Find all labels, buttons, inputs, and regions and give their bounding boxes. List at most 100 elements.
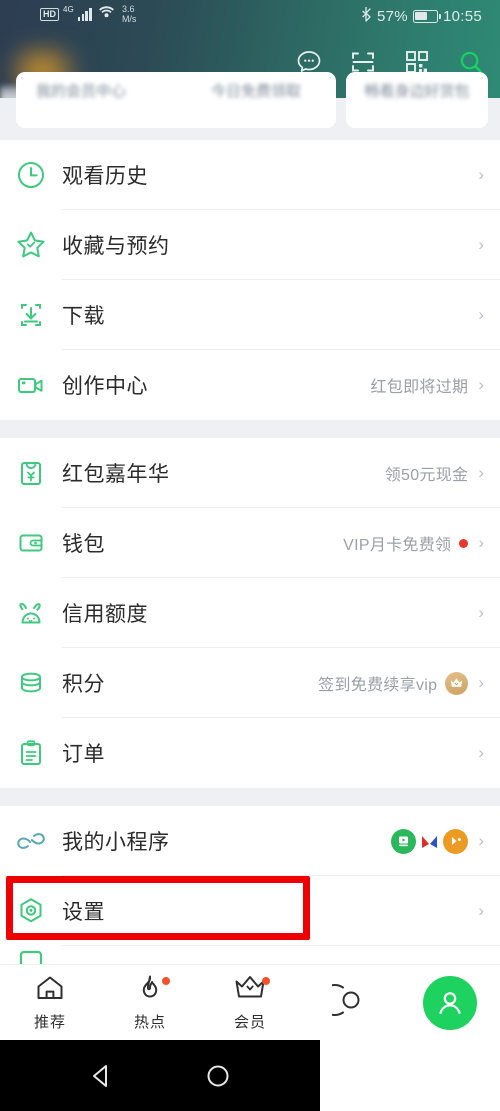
star-icon [0,228,62,262]
menu-group-3: 我的小程序 › 设置 › [0,806,500,976]
vip-crown-badge-icon [445,671,469,695]
download-icon [0,299,62,331]
android-navigation-bar [0,1040,320,1111]
menu-item-points[interactable]: 积分 签到免费续享vip › [0,648,500,718]
status-bar-right: 57% 10:55 [361,6,482,26]
phone-screen: HD 4G 3.6 M/s 57% 10:55 我的会员中心 今日免费领取 畅看… [0,0,500,1111]
promo-card-left[interactable]: 我的会员中心 今日免费领取 [16,72,336,128]
promo-card-right[interactable]: 畅看身边好货包 [346,72,488,128]
menu-item-label: 创作中心 [62,375,148,398]
menu-item-note: 签到免费续享vip [318,677,438,694]
bottom-nav-label: 会员 [233,1014,266,1031]
menu-item-note: 领50元现金 [384,467,469,484]
mini-program-icon-3 [443,828,469,854]
chevron-right-icon: › [478,463,484,482]
notification-dot [262,977,270,985]
clipboard-icon [0,737,62,769]
red-dot-badge [459,538,469,548]
person-avatar-icon[interactable] [423,975,477,1030]
promo-card-left-text: 我的会员中心 [36,83,127,100]
bottom-navigation: 推荐 热点 会员 [0,964,500,1040]
link-icon [0,827,62,855]
menu-item-right: › [476,603,500,623]
home-icon [34,973,66,1008]
bottom-nav-item-recommend[interactable]: 推荐 [0,965,100,1040]
bottom-nav-item-hot[interactable]: 热点 [100,965,200,1040]
menu-item-label: 下载 [62,305,105,328]
rabbit-icon [0,597,62,629]
wifi-icon [98,5,115,23]
chevron-right-icon: › [478,901,484,920]
chevron-right-icon: › [478,533,484,552]
menu-item-note: VIP月卡免费领 [343,537,452,554]
menu-item-note: 红包即将过期 [370,379,469,396]
battery-icon [412,9,441,23]
promo-card-right-text: 畅看身边好货包 [364,83,470,100]
menu-item-label: 设置 [62,901,105,924]
menu-item-right: › [476,743,500,763]
menu-group-1: 观看历史 › 收藏与预约 › 下载 › 创作中心 红包即将过期 › [0,140,500,420]
menu-item-credit-limit[interactable]: 信用额度 › [0,578,500,648]
notification-dot [162,977,170,985]
menu-item-right: 签到免费续享vip › [318,671,500,695]
bottom-nav-item-vip[interactable]: 会员 [200,965,300,1040]
circle-record-icon [318,983,368,1022]
clock-icon [0,159,62,191]
home-circle-icon[interactable] [203,1061,233,1091]
menu-item-creator-center[interactable]: 创作中心 红包即将过期 › [0,350,500,420]
menu-item-label: 收藏与预约 [62,235,170,258]
coins-icon [0,667,62,699]
group-separator-2 [0,788,500,806]
chevron-right-icon: › [478,375,484,394]
network-speed: 3.6 M/s [121,4,137,24]
promo-cards-strip: 我的会员中心 今日免费领取 畅看身边好货包 [0,72,500,140]
menu-item-right: 红包即将过期 › [371,373,500,397]
bottom-nav-item-record[interactable] [300,965,400,1040]
menu-item-right: › [476,235,500,255]
menu-item-mini-programs[interactable]: 我的小程序 › [0,806,500,876]
red-envelope-icon [0,457,62,489]
chevron-right-icon: › [478,831,484,850]
menu-item-right: › [391,828,500,854]
menu-item-right: › [476,901,500,921]
chevron-right-icon: › [478,673,484,692]
menu-item-label: 订单 [62,743,105,766]
menu-item-settings[interactable]: 设置 › [0,876,500,946]
menu-item-label: 我的小程序 [62,831,170,854]
menu-item-wallet[interactable]: 钱包 VIP月卡免费领 › [0,508,500,578]
bottom-nav-label: 推荐 [33,1014,66,1031]
status-bar-left: HD 4G 3.6 M/s [40,4,136,24]
bluetooth-icon [361,6,372,26]
wallet-icon [0,527,62,559]
chevron-right-icon: › [478,235,484,254]
signal-strength-icon [77,7,92,21]
bottom-nav-label: 热点 [133,1014,166,1031]
bottom-nav-item-profile[interactable] [400,965,500,1040]
settings-gear-icon [0,895,62,927]
back-triangle-icon[interactable] [87,1061,117,1091]
menu-item-label: 观看历史 [62,165,148,188]
hd-icon: HD [40,7,59,21]
menu-item-right: 领50元现金 › [385,461,500,485]
menu-item-right: VIP月卡免费领 › [343,531,500,555]
chevron-right-icon: › [478,165,484,184]
menu-item-label: 红包嘉年华 [62,463,170,486]
video-camera-icon [0,369,62,401]
menu-item-watch-history[interactable]: 观看历史 › [0,140,500,210]
menu-item-red-envelope-carnival[interactable]: 红包嘉年华 领50元现金 › [0,438,500,508]
menu-item-label: 积分 [62,673,105,696]
status-bar: HD 4G 3.6 M/s 57% 10:55 [0,0,500,36]
network-type-label: 4G [63,4,74,14]
chevron-right-icon: › [478,305,484,324]
chevron-right-icon: › [478,603,484,622]
menu-item-orders[interactable]: 订单 › [0,718,500,788]
chevron-right-icon: › [478,743,484,762]
group-separator-1 [0,420,500,438]
menu-item-right: › [476,305,500,325]
promo-card-mid-text: 今日免费领取 [210,83,301,100]
menu-item-favorites[interactable]: 收藏与预约 › [0,210,500,280]
mini-program-icons [391,828,469,854]
battery-percent-label: 57% [377,7,408,25]
mini-program-icon-2 [417,829,442,854]
menu-item-downloads[interactable]: 下载 › [0,280,500,350]
